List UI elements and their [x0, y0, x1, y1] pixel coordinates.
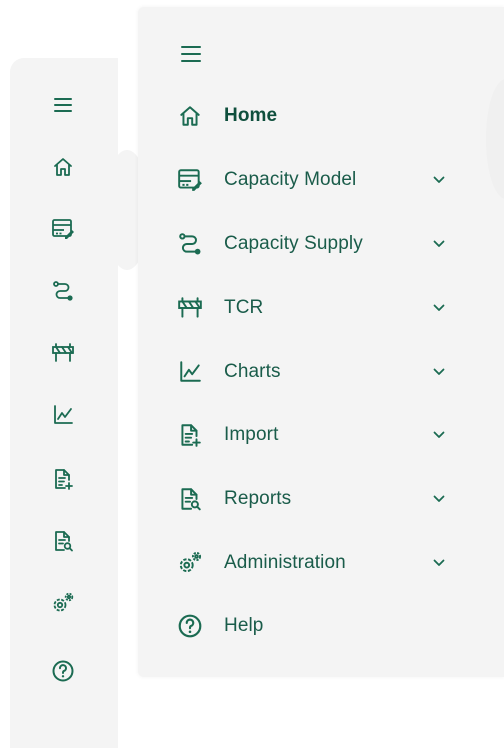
capacity-supply-icon[interactable]	[50, 278, 76, 304]
chevron-down-icon[interactable]	[432, 428, 446, 442]
import-icon	[176, 421, 204, 449]
collapsed-sidebar	[10, 58, 150, 748]
nav-item-capacity-supply[interactable]: Capacity Supply	[138, 221, 478, 267]
nav-item-help[interactable]: Help	[138, 603, 478, 649]
hamburger-icon[interactable]	[50, 92, 76, 118]
nav-item-reports[interactable]: Reports	[138, 476, 478, 522]
charts-icon	[176, 358, 204, 386]
home-icon[interactable]	[50, 154, 76, 180]
nav-item-label: Import	[224, 424, 279, 445]
nav-item-label: Help	[224, 615, 264, 636]
capacity-supply-icon	[176, 230, 204, 258]
administration-icon[interactable]	[50, 590, 76, 616]
tcr-icon	[176, 294, 204, 322]
home-icon	[176, 102, 204, 130]
capacity-model-icon	[176, 166, 204, 194]
expanded-sidebar: Home Capacity Model Capacity Supply TCR	[138, 7, 504, 677]
capacity-model-icon[interactable]	[50, 216, 76, 242]
import-icon[interactable]	[50, 466, 76, 492]
chevron-down-icon[interactable]	[432, 365, 446, 379]
nav-item-charts[interactable]: Charts	[138, 349, 478, 395]
reports-icon	[176, 485, 204, 513]
chevron-down-icon[interactable]	[432, 492, 446, 506]
nav-item-label: Administration	[224, 552, 346, 573]
chevron-down-icon[interactable]	[432, 556, 446, 570]
nav-item-import[interactable]: Import	[138, 412, 478, 458]
chevron-down-icon[interactable]	[432, 301, 446, 315]
charts-icon[interactable]	[50, 402, 76, 428]
nav-item-label: Reports	[224, 488, 292, 509]
chevron-down-icon[interactable]	[432, 173, 446, 187]
help-icon[interactable]	[50, 658, 76, 684]
nav-item-label: Capacity Model	[224, 169, 357, 190]
nav-item-label: Capacity Supply	[224, 233, 363, 254]
nav-item-label: TCR	[224, 297, 264, 318]
hamburger-icon[interactable]	[178, 43, 204, 65]
nav-item-capacity-model[interactable]: Capacity Model	[138, 157, 478, 203]
nav-item-home[interactable]: Home	[138, 93, 478, 139]
tcr-icon[interactable]	[50, 340, 76, 366]
chevron-down-icon[interactable]	[432, 237, 446, 251]
nav-item-label: Home	[224, 105, 278, 126]
nav-item-tcr[interactable]: TCR	[138, 285, 478, 331]
reports-icon[interactable]	[50, 528, 76, 554]
nav-item-administration[interactable]: Administration	[138, 540, 478, 586]
help-icon	[176, 612, 204, 640]
administration-icon	[176, 549, 204, 577]
sidebar-edge-decoration	[486, 79, 504, 199]
nav-item-label: Charts	[224, 361, 281, 382]
